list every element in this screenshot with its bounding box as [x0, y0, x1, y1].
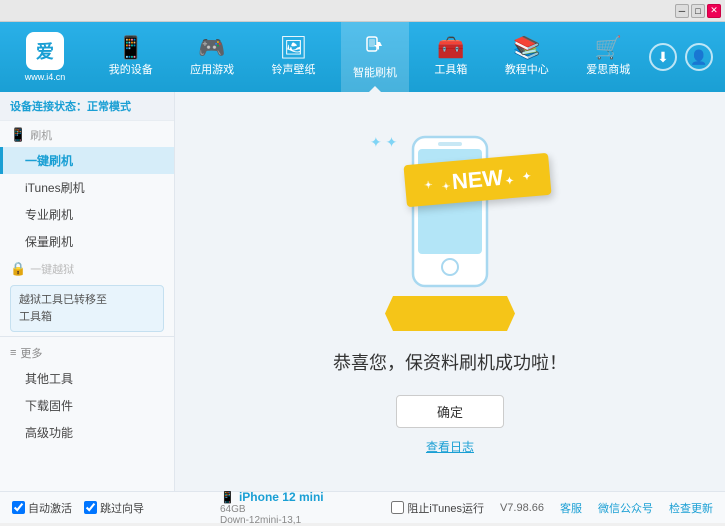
phone-svg	[410, 134, 490, 289]
nav-store-label: 爱思商城	[586, 61, 630, 77]
nav-wallpaper[interactable]: 🖼 铃声壁纸	[260, 22, 328, 92]
auto-connect-checkbox[interactable]: 自动激活	[12, 500, 72, 516]
section-jailbreak-label: 一键越狱	[30, 261, 74, 277]
update-link[interactable]: 检查更新	[669, 500, 713, 516]
sidebar-item-save[interactable]: 保量刷机	[0, 228, 174, 255]
auto-connect-input[interactable]	[12, 501, 25, 514]
sidebar-item-itunes[interactable]: iTunes刷机	[0, 174, 174, 201]
more-label: 更多	[20, 345, 42, 361]
wallpaper-icon: 🖼	[280, 37, 308, 59]
store-icon: 🛒	[595, 37, 622, 59]
device-firmware: Down-12mini-13,1	[220, 515, 391, 526]
section-jailbreak-header: 🔒 一键越狱	[0, 255, 174, 281]
section-flash-label: 刷机	[30, 127, 52, 143]
sidebar: 设备连接状态：正常模式 📱 刷机 一键刷机 iTunes刷机 专业刷机 保量刷机…	[0, 92, 175, 491]
jailbreak-notice: 越狱工具已转移至工具箱	[10, 285, 164, 332]
nav-tutorial[interactable]: 📚 教程中心	[493, 22, 561, 92]
logo-icon: 爱	[26, 32, 64, 70]
nav-toolbox[interactable]: 🧰 工具箱	[422, 22, 479, 92]
skip-wizard-checkbox[interactable]: 跳过向导	[84, 500, 144, 516]
flash-section-icon: 📱	[10, 127, 26, 143]
logo-url: www.i4.cn	[25, 72, 66, 82]
device-phone-icon: 📱	[220, 490, 235, 504]
auto-connect-label: 自动激活	[28, 500, 72, 516]
more-section-header: ≡ 更多	[0, 341, 174, 365]
section-flash-header: 📱 刷机	[0, 121, 174, 147]
nav-items: 📱 我的设备 🎮 应用游戏 🖼 铃声壁纸 智能刷机 🧰 工具箱	[90, 22, 649, 92]
user-button[interactable]: 👤	[685, 43, 713, 71]
close-btn[interactable]: ✕	[707, 4, 721, 18]
device-info: 📱 iPhone 12 mini 64GB Down-12mini-13,1	[212, 490, 391, 526]
nav-tutorial-label: 教程中心	[505, 61, 549, 77]
sidebar-item-tools[interactable]: 其他工具	[0, 365, 174, 392]
smartflash-icon	[363, 34, 387, 62]
nav-smartflash[interactable]: 智能刷机	[341, 22, 409, 92]
maximize-btn[interactable]: □	[691, 4, 705, 18]
tutorial-icon: 📚	[513, 37, 540, 59]
nav-smartflash-label: 智能刷机	[353, 64, 397, 80]
device-name-text: iPhone 12 mini	[239, 490, 324, 504]
sparkles-icon: ✦ ✦	[370, 134, 397, 151]
bottom-left: 自动激活 跳过向导	[12, 500, 212, 516]
minimize-btn[interactable]: ─	[675, 4, 689, 18]
sidebar-item-onekey[interactable]: 一键刷机	[0, 147, 174, 174]
nav-wallpaper-label: 铃声壁纸	[272, 61, 316, 77]
itunes-label: iTunes刷机	[25, 181, 85, 195]
bottom-right: 阻止iTunes运行 V7.98.66 客服 微信公众号 检查更新	[391, 500, 713, 516]
support-link[interactable]: 客服	[560, 500, 582, 516]
toolbox-icon: 🧰	[437, 37, 464, 59]
main-layout: 设备连接状态：正常模式 📱 刷机 一键刷机 iTunes刷机 专业刷机 保量刷机…	[0, 92, 725, 491]
advanced-label: 高级功能	[25, 426, 73, 440]
nav-apps[interactable]: 🎮 应用游戏	[178, 22, 246, 92]
logo[interactable]: 爱 www.i4.cn	[0, 32, 90, 82]
status-label: 设备连接状态：	[10, 101, 87, 113]
status-value: 正常模式	[87, 101, 131, 113]
device-storage: 64GB	[220, 504, 391, 515]
mydevice-icon: 📱	[117, 37, 144, 59]
header: 爱 www.i4.cn 📱 我的设备 🎮 应用游戏 🖼 铃声壁纸 智能刷机	[0, 22, 725, 92]
skip-wizard-label: 跳过向导	[100, 500, 144, 516]
ribbon-svg	[385, 296, 515, 331]
skip-wizard-input[interactable]	[84, 501, 97, 514]
success-text: 恭喜您，保资料刷机成功啦！	[333, 349, 567, 375]
firmware-label: 下载固件	[25, 399, 73, 413]
sidebar-item-firmware[interactable]: 下载固件	[0, 392, 174, 419]
title-bar: ─ □ ✕	[0, 0, 725, 22]
new-badge-text: NEW	[451, 164, 504, 193]
nav-toolbox-label: 工具箱	[434, 61, 467, 77]
status-bar: 设备连接状态：正常模式	[0, 92, 174, 121]
nav-mydevice[interactable]: 📱 我的设备	[97, 22, 165, 92]
sidebar-item-pro[interactable]: 专业刷机	[0, 201, 174, 228]
onekey-label: 一键刷机	[25, 154, 73, 168]
wechat-link[interactable]: 微信公众号	[598, 500, 653, 516]
stop-itunes[interactable]: 阻止iTunes运行	[391, 500, 484, 516]
content-area: ✦ ✦ ✦NEW✦ 恭喜您，保资料刷机成功啦！	[175, 92, 725, 491]
device-name: 📱 iPhone 12 mini	[220, 490, 391, 504]
save-label: 保量刷机	[25, 235, 73, 249]
nav-right: ⬇ 👤	[649, 43, 725, 71]
log-link[interactable]: 查看日志	[426, 438, 474, 455]
phone-illustration: ✦ ✦ ✦NEW✦	[340, 129, 560, 329]
nav-apps-label: 应用游戏	[190, 61, 234, 77]
sidebar-item-advanced[interactable]: 高级功能	[0, 419, 174, 446]
sidebar-divider	[0, 336, 174, 337]
pro-label: 专业刷机	[25, 208, 73, 222]
download-button[interactable]: ⬇	[649, 43, 677, 71]
jailbreak-section-icon: 🔒	[10, 261, 26, 277]
confirm-button[interactable]: 确定	[396, 395, 504, 428]
nav-store[interactable]: 🛒 爱思商城	[574, 22, 642, 92]
version-text: V7.98.66	[500, 502, 544, 514]
stop-itunes-checkbox[interactable]	[391, 501, 404, 514]
tools-label: 其他工具	[25, 372, 73, 386]
bottom-bar: 自动激活 跳过向导 📱 iPhone 12 mini 64GB Down-12m…	[0, 491, 725, 523]
apps-icon: 🎮	[198, 37, 225, 59]
nav-mydevice-label: 我的设备	[109, 61, 153, 77]
stop-itunes-label: 阻止iTunes运行	[407, 500, 484, 516]
